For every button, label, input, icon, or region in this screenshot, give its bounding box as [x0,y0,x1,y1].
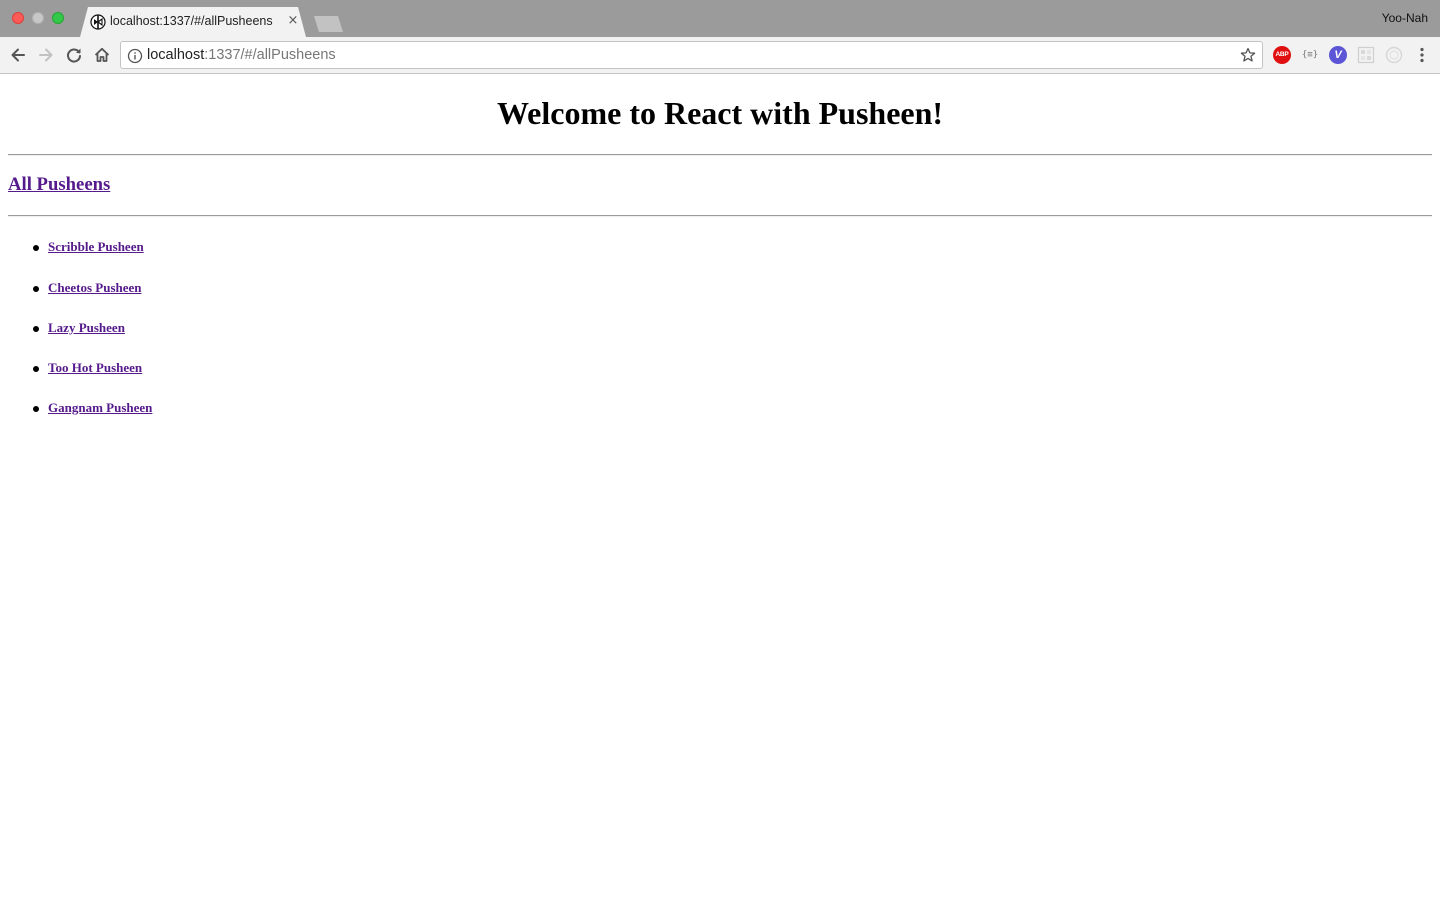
bookmark-star-icon[interactable] [1240,47,1256,63]
list-item: Scribble Pusheen [31,237,431,259]
bullet-icon [33,406,39,412]
window-titlebar: localhost:1337/#/allPusheens × Yoo-Nah [0,0,1440,37]
bullet-icon [33,366,39,372]
address-url[interactable]: localhost:1337/#/allPusheens [147,47,336,63]
bullet-icon [33,245,39,251]
more-menu-icon[interactable] [1414,46,1430,64]
grid-extension-icon[interactable] [1357,46,1375,64]
all-pusheens-link[interactable]: All Pusheens [8,174,110,196]
react-logo-icon [90,14,106,30]
window-minimize-button[interactable] [32,12,44,24]
circle-extension-icon[interactable] [1385,46,1403,64]
tab-close-icon[interactable]: × [286,13,300,29]
top-divider [8,154,1432,156]
pusheen-link-lazy[interactable]: Lazy Pusheen [48,320,125,336]
bullet-icon [33,326,39,332]
page-content: Welcome to React with Pusheen! All Pushe… [0,74,1440,900]
new-tab-button[interactable] [314,16,343,32]
url-path: :1337/#/allPusheens [204,47,336,63]
window-close-button[interactable] [12,12,24,24]
profile-name[interactable]: Yoo-Nah [1382,11,1428,25]
bottom-divider [8,215,1432,217]
tab-title: localhost:1337/#/allPusheens [110,14,273,28]
pusheen-link-cheetos[interactable]: Cheetos Pusheen [48,280,142,296]
pusheen-link-too-hot[interactable]: Too Hot Pusheen [48,360,142,376]
home-icon[interactable] [92,45,112,65]
window-maximize-button[interactable] [52,12,64,24]
forward-icon[interactable] [36,45,56,65]
list-item: Cheetos Pusheen [31,278,431,300]
reload-icon[interactable] [64,45,84,65]
pusheen-link-gangnam[interactable]: Gangnam Pusheen [48,400,152,416]
vimeo-extension-icon[interactable]: V [1329,46,1347,64]
adblock-extension-icon[interactable]: ABP [1273,46,1291,64]
page-title: Welcome to React with Pusheen! [496,95,944,131]
address-bar[interactable]: localhost:1337/#/allPusheens [120,41,1263,69]
browser-toolbar: localhost:1337/#/allPusheens ABP {≡} V [0,37,1440,74]
list-item: Too Hot Pusheen [31,358,431,380]
list-item: Lazy Pusheen [31,318,431,340]
browser-tab[interactable]: localhost:1337/#/allPusheens × [80,7,306,37]
pusheen-link-scribble[interactable]: Scribble Pusheen [48,239,144,255]
url-host: localhost [147,47,205,63]
back-icon[interactable] [8,45,28,65]
list-item: Gangnam Pusheen [31,398,431,420]
bullet-icon [33,286,39,292]
json-viewer-extension-icon[interactable]: {≡} [1299,46,1321,64]
info-icon[interactable] [127,48,143,64]
